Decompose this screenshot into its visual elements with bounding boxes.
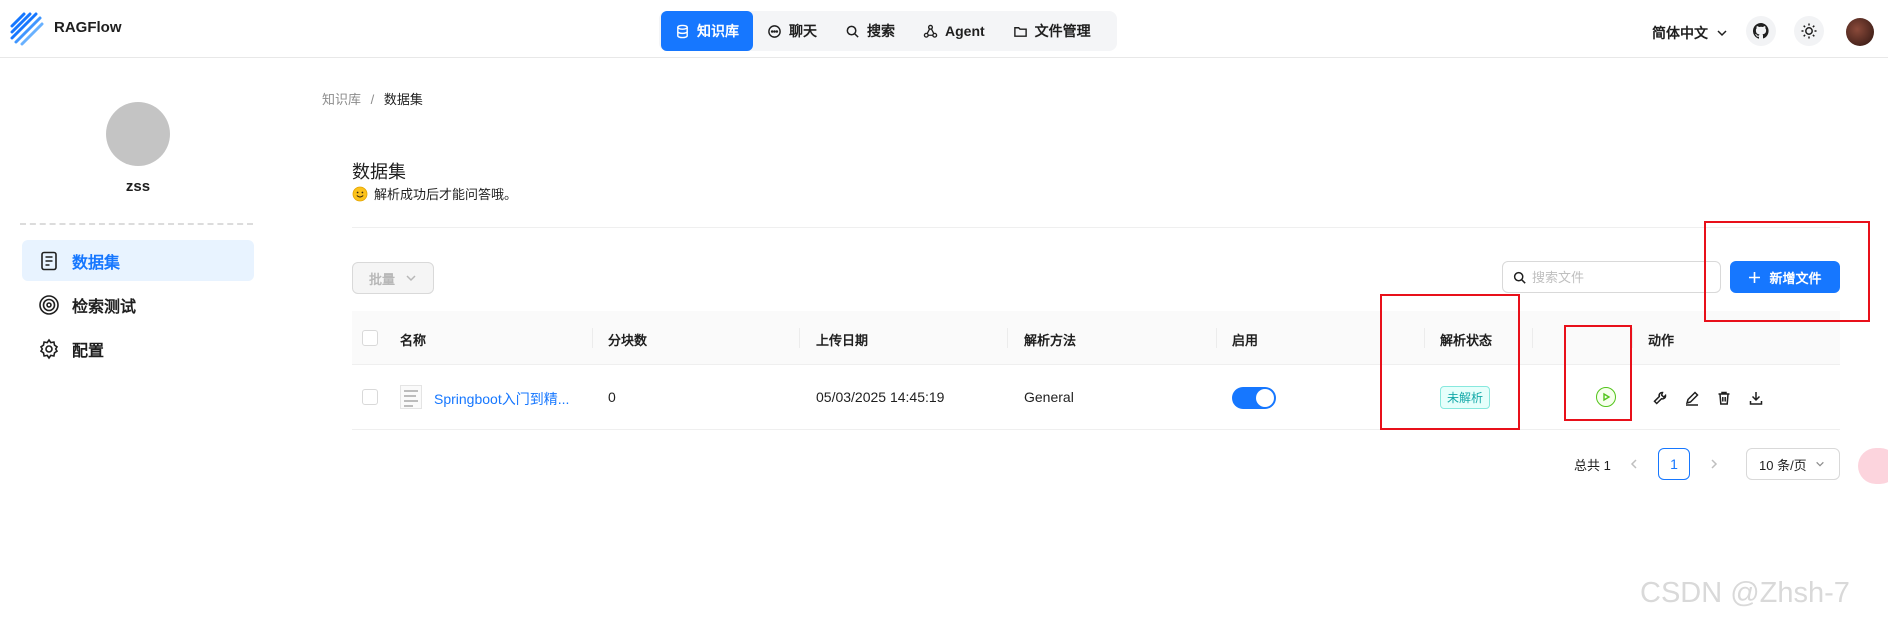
sidebar-item-config[interactable]: 配置 (22, 328, 254, 369)
sidebar-item-label: 检索测试 (72, 298, 137, 316)
file-name-link[interactable]: Springboot入门到精... (434, 389, 569, 409)
page-subtitle-text: 解析成功后才能问答哦。 (374, 187, 518, 202)
download-icon[interactable] (1748, 390, 1764, 406)
smile-emoji-icon (352, 186, 368, 201)
gear-icon (39, 338, 59, 359)
sidebar-item-label: 数据集 (72, 254, 121, 272)
page-number-current[interactable]: 1 (1658, 448, 1690, 480)
settings-wrench-icon[interactable] (1652, 390, 1668, 406)
target-icon (39, 294, 59, 315)
folder-icon (1013, 26, 1027, 37)
chevron-right-icon[interactable] (1708, 458, 1720, 470)
sidebar-divider (20, 223, 253, 225)
nav-item-label: 搜索 (867, 23, 895, 39)
breadcrumb: 知识库 / 数据集 (322, 89, 423, 108)
nav-item-chat[interactable]: 聊天 (753, 11, 831, 51)
column-divider (1632, 328, 1633, 348)
search-icon (846, 25, 859, 38)
enable-switch[interactable] (1232, 387, 1276, 409)
page-subtitle: 解析成功后才能问答哦。 (352, 184, 517, 203)
highlight-box-parse-status (1380, 294, 1520, 430)
column-divider (799, 328, 800, 348)
main-nav: 知识库 聊天 搜索 Agent 文件管理 (659, 11, 1117, 51)
column-divider (1216, 328, 1217, 348)
column-header-parse-method[interactable]: 解析方法 (1024, 330, 1076, 349)
theme-toggle-button[interactable] (1794, 16, 1824, 46)
column-header-actions: 动作 (1648, 333, 1675, 348)
page-title: 数据集 (352, 162, 406, 182)
nav-item-label: 聊天 (789, 23, 817, 39)
edit-icon[interactable] (1684, 390, 1700, 406)
search-icon (1513, 271, 1526, 284)
upload-date: 05/03/2025 14:45:19 (816, 389, 945, 405)
translate-float-button[interactable] (1858, 448, 1888, 484)
highlight-box-run-button (1564, 325, 1632, 421)
batch-label: 批量 (368, 271, 395, 287)
batch-button[interactable]: 批量 (352, 262, 434, 294)
page-size-select[interactable]: 10 条/页 (1746, 448, 1840, 480)
sidebar-item-label: 配置 (72, 342, 105, 360)
file-thumbnail (400, 385, 422, 409)
nav-item-label: Agent (945, 23, 985, 39)
database-icon (677, 24, 688, 38)
breadcrumb-current: 数据集 (383, 92, 423, 107)
column-divider (592, 328, 593, 348)
github-button[interactable] (1746, 16, 1776, 46)
pagination-total: 总共 1 (1574, 458, 1611, 473)
file-search-field[interactable] (1502, 261, 1721, 293)
highlight-box-add-file (1704, 221, 1870, 322)
nav-item-knowledge-base[interactable]: 知识库 (661, 11, 753, 51)
nav-item-agent[interactable]: Agent (909, 11, 999, 51)
agent-icon (923, 24, 938, 38)
ragflow-logo-icon[interactable] (10, 12, 44, 46)
language-selector[interactable]: 简体中文 (1652, 23, 1728, 43)
profile-avatar (106, 102, 170, 166)
nav-item-label: 知识库 (697, 23, 739, 39)
header-divider (352, 227, 1840, 228)
brand-name: RAGFlow (54, 19, 122, 36)
sidebar: zss 数据集 检索测试 配置 (0, 58, 275, 627)
column-divider (1007, 328, 1008, 348)
file-search-input[interactable] (1532, 269, 1702, 285)
breadcrumb-root[interactable]: 知识库 (322, 92, 361, 107)
sun-icon (1801, 23, 1817, 39)
language-label: 简体中文 (1652, 25, 1708, 41)
dataset-icon (41, 251, 57, 270)
column-header-upload-date[interactable]: 上传日期 (816, 330, 868, 349)
delete-icon[interactable] (1716, 390, 1732, 406)
parse-method[interactable]: General (1024, 389, 1074, 405)
page-size-label: 10 条/页 (1759, 457, 1807, 473)
profile-username: zss (125, 178, 151, 195)
sidebar-item-retrieval-test[interactable]: 检索测试 (22, 284, 254, 325)
chevron-down-icon (1815, 461, 1824, 467)
chunk-count: 0 (608, 389, 616, 405)
column-divider (1532, 328, 1533, 348)
row-checkbox[interactable] (362, 389, 378, 405)
breadcrumb-separator: / (370, 92, 375, 107)
nav-item-search[interactable]: 搜索 (831, 11, 909, 51)
github-icon (1753, 23, 1769, 39)
user-avatar[interactable] (1846, 18, 1874, 46)
top-bar: RAGFlow 知识库 聊天 搜索 Agent 文件管理 简体中文 (0, 0, 1888, 58)
chevron-down-icon (1717, 30, 1727, 37)
sidebar-item-dataset[interactable]: 数据集 (22, 240, 254, 281)
watermark-text: CSDN @Zhsh-7 (1640, 577, 1850, 609)
select-all-checkbox[interactable] (362, 330, 378, 346)
chevron-left-icon[interactable] (1628, 458, 1640, 470)
nav-item-file-management[interactable]: 文件管理 (999, 11, 1105, 51)
chat-icon (768, 24, 781, 38)
column-header-name[interactable]: 名称 (400, 330, 426, 349)
chevron-down-icon (406, 275, 416, 282)
column-header-chunks[interactable]: 分块数 (608, 330, 647, 349)
nav-item-label: 文件管理 (1034, 23, 1091, 39)
column-header-enabled[interactable]: 启用 (1232, 330, 1258, 349)
